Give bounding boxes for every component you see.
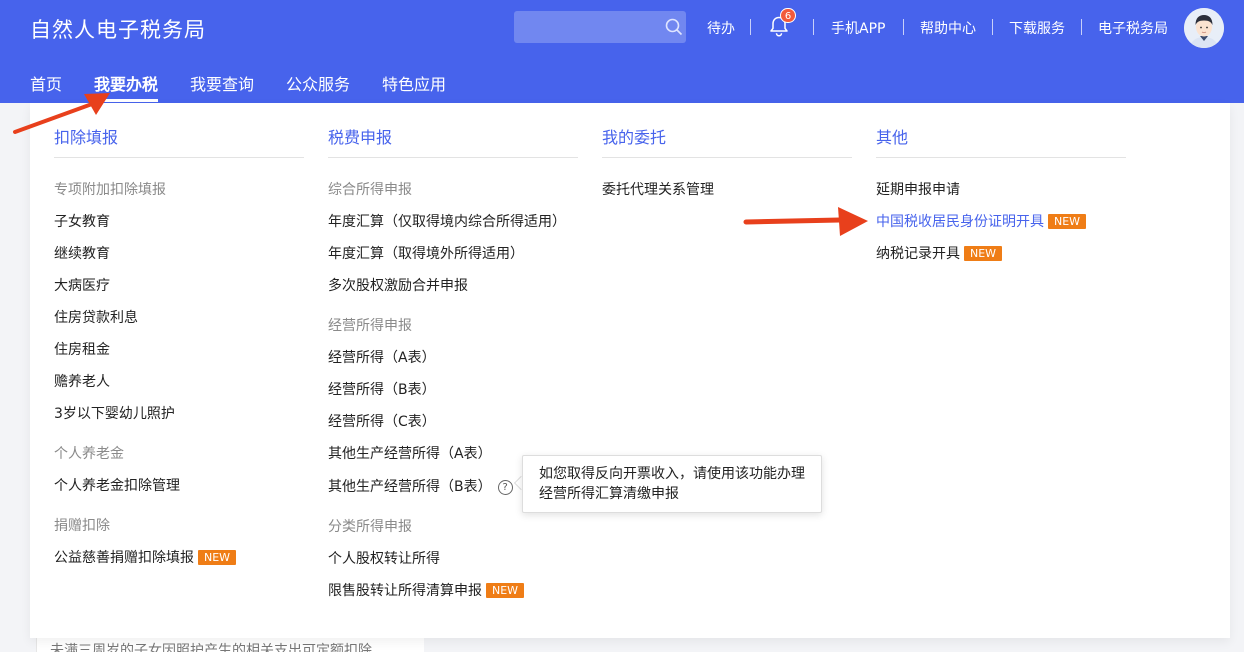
user-avatar-icon — [1184, 8, 1224, 48]
new-badge: NEW — [486, 583, 525, 598]
menu-item-pension[interactable]: 个人养老金扣除管理 — [54, 475, 180, 495]
tooltip-line: 如您取得反向开票收入，请使用该功能办理 — [539, 466, 805, 482]
mobile-app-link[interactable]: 手机APP — [831, 18, 885, 38]
column-divider — [602, 157, 852, 158]
menu-item-continuing-education[interactable]: 继续教育 — [54, 243, 110, 263]
divider — [903, 19, 904, 35]
help-icon[interactable]: ? — [497, 480, 513, 495]
group-label: 分类所得申报 — [328, 519, 412, 535]
menu-item-label[interactable]: 限售股转让所得清算申报 — [328, 583, 482, 599]
menu-item-equity-transfer[interactable]: 个人股权转让所得 — [328, 548, 440, 568]
menu-item-mortgage-interest[interactable]: 住房贷款利息 — [54, 307, 138, 327]
annotation-arrow-icon — [743, 207, 868, 236]
menu-item-label[interactable]: 中国税收居民身份证明开具 — [876, 214, 1044, 230]
menu-item-annual-domestic[interactable]: 年度汇算（仅取得境内综合所得适用） — [328, 211, 566, 231]
notification-badge: 6 — [780, 8, 796, 23]
menu-item-donation[interactable]: 公益慈善捐赠扣除填报 NEW — [54, 547, 237, 567]
menu-item-tax-residency-certificate[interactable]: 中国税收居民身份证明开具 NEW — [876, 211, 1087, 231]
app-title[interactable]: 自然人电子税务局 — [30, 14, 206, 44]
menu-item-elderly-support[interactable]: 赡养老人 — [54, 371, 110, 391]
help-center-link[interactable]: 帮助中心 — [920, 18, 976, 38]
column-divider — [328, 157, 578, 158]
column-title-delegation: 我的委托 — [602, 128, 667, 147]
menu-item-label[interactable]: 纳税记录开具 — [876, 246, 960, 262]
group-label: 捐赠扣除 — [54, 518, 110, 534]
new-badge: NEW — [964, 246, 1003, 261]
top-header: 自然人电子税务局 待办 6 手机APP 帮助中心 下载服务 电子税务局 首页 我… — [0, 0, 1244, 103]
divider — [750, 19, 751, 35]
menu-item-business-b[interactable]: 经营所得（B表） — [328, 379, 436, 399]
background-description: 未满三周岁的子女因照护产生的相关支出可定额扣除 — [50, 643, 372, 652]
menu-item-extension-request[interactable]: 延期申报申请 — [876, 179, 960, 199]
divider — [992, 19, 993, 35]
group-label: 个人养老金 — [54, 446, 124, 462]
menu-item-agency-management[interactable]: 委托代理关系管理 — [602, 179, 714, 199]
search-icon[interactable] — [665, 18, 683, 36]
menu-item-label[interactable]: 其他生产经营所得（B表） — [328, 479, 492, 495]
menu-item-child-education[interactable]: 子女教育 — [54, 211, 110, 231]
menu-item-equity-incentive[interactable]: 多次股权激励合并申报 — [328, 275, 468, 295]
group-label: 经营所得申报 — [328, 318, 412, 334]
column-divider — [54, 157, 304, 158]
new-badge: NEW — [1048, 214, 1087, 229]
column-title-tax-filing: 税费申报 — [328, 128, 393, 147]
nav-public-service[interactable]: 公众服务 — [286, 71, 350, 95]
group-label: 专项附加扣除填报 — [54, 182, 166, 198]
divider — [1081, 19, 1082, 35]
nav-featured-apps[interactable]: 特色应用 — [382, 71, 446, 95]
annotation-arrow-icon — [13, 93, 110, 134]
menu-item-business-a[interactable]: 经营所得（A表） — [328, 347, 436, 367]
menu-item-restricted-stock[interactable]: 限售股转让所得清算申报 NEW — [328, 580, 525, 600]
download-link[interactable]: 下载服务 — [1009, 18, 1065, 38]
menu-item-annual-overseas[interactable]: 年度汇算（取得境外所得适用） — [328, 243, 524, 263]
group-label: 综合所得申报 — [328, 182, 412, 198]
divider — [813, 19, 814, 35]
tooltip-line: 经营所得汇算清缴申报 — [539, 486, 679, 502]
menu-item-other-business-a[interactable]: 其他生产经营所得（A表） — [328, 443, 492, 463]
avatar[interactable] — [1184, 8, 1224, 48]
new-badge: NEW — [198, 550, 237, 565]
menu-item-label[interactable]: 公益慈善捐赠扣除填报 — [54, 550, 194, 566]
menu-item-rent[interactable]: 住房租金 — [54, 339, 110, 359]
etax-link[interactable]: 电子税务局 — [1098, 18, 1168, 38]
column-divider — [876, 157, 1126, 158]
help-tooltip: 如您取得反向开票收入，请使用该功能办理 经营所得汇算清缴申报 — [522, 455, 822, 513]
menu-item-medical[interactable]: 大病医疗 — [54, 275, 110, 295]
nav-query[interactable]: 我要查询 — [190, 71, 254, 95]
todo-link[interactable]: 待办 — [707, 18, 735, 38]
column-title-other: 其他 — [876, 128, 909, 147]
menu-item-other-business-b[interactable]: 其他生产经营所得（B表）? — [328, 476, 513, 496]
menu-item-tax-record[interactable]: 纳税记录开具 NEW — [876, 243, 1003, 263]
search-input[interactable] — [514, 11, 686, 43]
menu-item-business-c[interactable]: 经营所得（C表） — [328, 411, 436, 431]
menu-item-infant-care[interactable]: 3岁以下婴幼儿照护 — [54, 403, 175, 423]
